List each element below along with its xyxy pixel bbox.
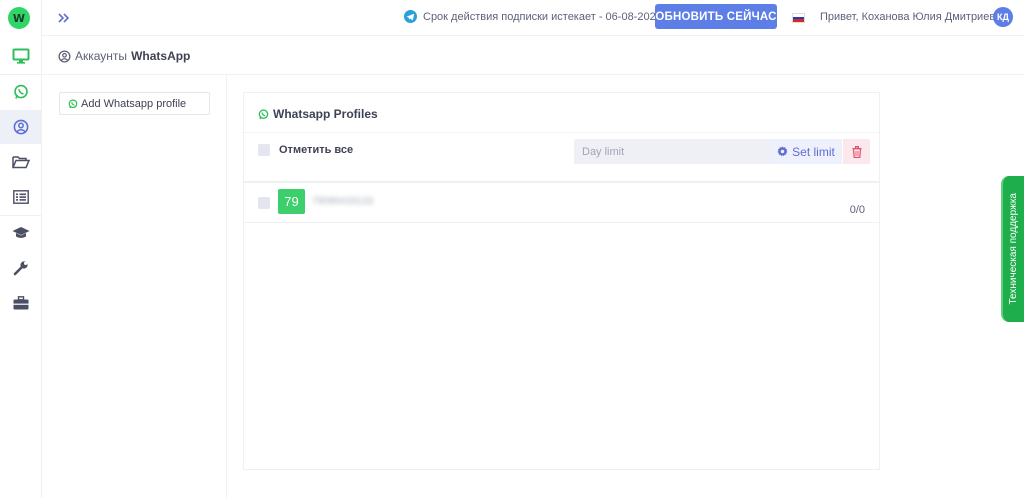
user-circle-icon [58, 49, 71, 63]
sidebar: W [0, 0, 42, 498]
briefcase-icon [13, 296, 28, 310]
graduation-cap-icon [12, 227, 29, 238]
whatsapp-icon [68, 98, 78, 108]
profile-phone[interactable]: 79086433133 [312, 196, 373, 207]
set-limit-label: Set limit [792, 144, 835, 159]
table-row: 79 79086433133 0/0 [244, 183, 879, 223]
profile-badge: 79 [278, 189, 305, 214]
breadcrumb-prefix: Аккаунты [75, 49, 128, 63]
page-title: WhatsApp [131, 49, 191, 63]
user-greeting[interactable]: Привет, Коханова Юлия Дмитриевна [820, 11, 1007, 23]
avatar[interactable]: КД [993, 7, 1013, 27]
select-all-checkbox[interactable] [258, 144, 270, 156]
expand-sidebar-button[interactable] [54, 8, 74, 28]
add-profile-label: Add Whatsapp profile [81, 97, 187, 110]
renew-subscription-button[interactable]: ОБНОВИТЬ СЕЙЧАС [655, 4, 777, 29]
whatsapp-icon [258, 108, 269, 119]
subscription-text: Срок действия подписки истекает - 06-08-… [423, 10, 662, 23]
card-divider [244, 132, 879, 133]
list-icon [12, 190, 29, 204]
sidebar-item-lists[interactable] [0, 180, 41, 214]
trash-icon [852, 145, 861, 158]
day-limit-input[interactable] [574, 139, 770, 164]
card-title: Whatsapp Profiles [258, 107, 378, 121]
sidebar-item-dashboard[interactable] [0, 39, 41, 73]
row-checkbox[interactable] [258, 197, 270, 209]
folder-open-icon [11, 156, 30, 169]
sidebar-item-whatsapp[interactable] [0, 75, 41, 109]
whatsapp-profiles-card: Whatsapp Profiles Отметить все Set limit… [243, 92, 880, 470]
telegram-icon [404, 10, 417, 23]
language-flag-icon[interactable] [792, 13, 805, 23]
subscription-notice: Срок действия подписки истекает - 06-08-… [404, 10, 662, 23]
left-panel: Add Whatsapp profile [42, 75, 227, 498]
card-title-text: Whatsapp Profiles [273, 107, 378, 121]
wrench-icon [13, 261, 28, 276]
breadcrumb: Аккаунты WhatsApp [58, 49, 190, 63]
support-tab[interactable]: Техническая поддержка [1001, 176, 1024, 322]
add-whatsapp-profile-button[interactable]: Add Whatsapp profile [59, 92, 210, 115]
app-logo[interactable]: W [8, 7, 30, 29]
user-circle-icon [13, 119, 28, 135]
sidebar-item-files[interactable] [0, 145, 41, 179]
sidebar-item-tools[interactable] [0, 251, 41, 285]
top-bar: Срок действия подписки истекает - 06-08-… [42, 0, 1024, 36]
gear-icon [777, 146, 788, 157]
logo-text: W [12, 11, 26, 25]
double-chevron-right-icon [58, 13, 70, 23]
support-tab-label: Техническая поддержка [1008, 193, 1019, 305]
select-all-label[interactable]: Отметить все [279, 144, 353, 156]
delete-button[interactable] [843, 139, 870, 164]
set-limit-button[interactable]: Set limit [770, 139, 842, 164]
message-count: 0/0 [849, 204, 865, 216]
whatsapp-icon [13, 84, 28, 99]
sidebar-item-learning[interactable] [0, 216, 41, 250]
sidebar-item-business[interactable] [0, 286, 41, 320]
select-all: Отметить все [258, 144, 353, 156]
monitor-icon [12, 48, 29, 64]
sidebar-item-accounts[interactable] [0, 110, 41, 144]
